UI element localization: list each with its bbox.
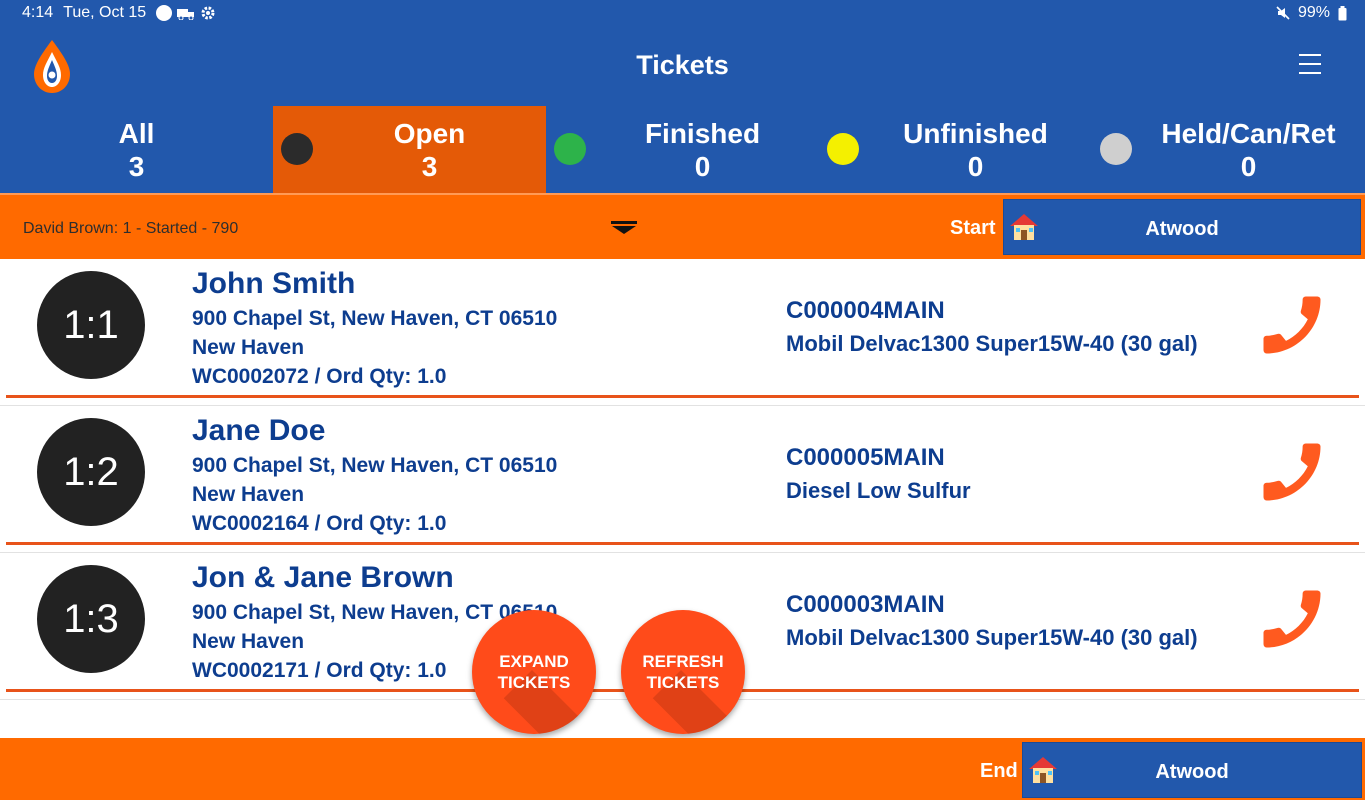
expand-tickets-button[interactable]: EXPAND TICKETS	[472, 610, 596, 734]
row-divider	[6, 542, 1359, 545]
customer-address: 900 Chapel St, New Haven, CT 06510	[192, 454, 558, 477]
account-number: C000004MAIN	[786, 297, 945, 324]
tab-label: Unfinished	[903, 118, 1048, 149]
tab-label: Held/Can/Ret	[1161, 118, 1336, 149]
tab-count: 0	[967, 151, 984, 182]
status-date: Tue, Oct 15	[63, 4, 147, 21]
battery-level: 99%	[1297, 4, 1330, 21]
system-status-bar: 4:14 Tue, Oct 15 99%	[0, 0, 1365, 26]
notification-icons	[156, 5, 216, 21]
customer-name: John Smith	[192, 267, 356, 300]
end-depot-name: Atwood	[1155, 761, 1229, 783]
route-footer-bar: End Atwood	[0, 738, 1365, 800]
dropdown-caret-icon[interactable]	[611, 221, 637, 235]
tab-count: 0	[1240, 151, 1257, 182]
truck-icon	[177, 9, 195, 20]
ticket-row[interactable]: 1:2 Jane Doe 900 Chapel St, New Haven, C…	[0, 406, 1365, 553]
app-notification-icon	[156, 5, 173, 21]
page-title: Tickets	[636, 50, 729, 80]
order-info: WC0002072 / Ord Qty: 1.0	[192, 365, 447, 388]
status-time: 4:14	[22, 4, 54, 21]
phone-call-icon[interactable]	[1254, 581, 1330, 657]
account-number: C000003MAIN	[786, 591, 945, 618]
account-number: C000005MAIN	[786, 444, 945, 471]
product-name: Mobil Delvac1300 Super15W-40 (30 gal)	[786, 625, 1198, 650]
customer-city: New Haven	[192, 483, 305, 506]
refresh-tickets-button[interactable]: REFRESH TICKETS	[621, 610, 745, 734]
tab-unfinished[interactable]: Unfinished 0	[819, 106, 1092, 193]
driver-status-text: David Brown: 1 - Started - 790	[23, 220, 239, 237]
start-label: Start	[950, 217, 996, 239]
tab-label: Finished	[644, 118, 761, 149]
status-left: 4:14 Tue, Oct 15	[22, 4, 216, 22]
phone-call-icon[interactable]	[1254, 287, 1330, 363]
stop-number-badge: 1:2	[37, 418, 145, 526]
tab-all[interactable]: All 3	[0, 106, 273, 193]
hamburger-menu-icon[interactable]	[1299, 54, 1321, 76]
settings-gear-icon	[201, 6, 215, 20]
start-depot-name: Atwood	[1145, 218, 1219, 240]
end-label: End	[980, 760, 1018, 782]
stop-number-badge: 1:1	[37, 271, 145, 379]
product-name: Diesel Low Sulfur	[786, 478, 971, 503]
tab-label: Open	[393, 118, 466, 149]
unfinished-status-dot-icon	[827, 133, 859, 165]
expand-tickets-label: EXPAND TICKETS	[497, 652, 571, 692]
route-info-bar: David Brown: 1 - Started - 790 Start Atw…	[0, 193, 1365, 259]
ticket-row[interactable]: 1:1 John Smith 900 Chapel St, New Haven,…	[0, 259, 1365, 406]
held-status-dot-icon	[1100, 133, 1132, 165]
finished-status-dot-icon	[554, 133, 586, 165]
phone-call-icon[interactable]	[1254, 434, 1330, 510]
open-status-dot-icon	[281, 133, 313, 165]
row-divider	[6, 395, 1359, 398]
customer-city: New Haven	[192, 336, 305, 359]
status-right: 99%	[1276, 4, 1347, 22]
stop-number-badge: 1:3	[37, 565, 145, 673]
tab-count: 0	[694, 151, 711, 182]
mute-icon	[1276, 6, 1290, 20]
app-bar: Tickets	[0, 26, 1365, 106]
product-name: Mobil Delvac1300 Super15W-40 (30 gal)	[786, 331, 1198, 356]
start-depot-button[interactable]: Atwood	[1003, 199, 1361, 255]
tab-held-canceled-returned[interactable]: Held/Can/Ret 0	[1092, 106, 1365, 193]
order-info: WC0002164 / Ord Qty: 1.0	[192, 512, 447, 535]
tab-open[interactable]: Open 3	[273, 106, 546, 193]
battery-icon	[1338, 5, 1347, 20]
customer-name: Jane Doe	[192, 414, 326, 447]
tab-finished[interactable]: Finished 0	[546, 106, 819, 193]
tab-label: All	[118, 118, 155, 149]
refresh-tickets-label: REFRESH TICKETS	[642, 652, 724, 692]
end-depot-button[interactable]: Atwood	[1022, 742, 1362, 798]
tab-count: 3	[421, 151, 438, 182]
order-info: WC0002171 / Ord Qty: 1.0	[192, 659, 447, 682]
customer-address: 900 Chapel St, New Haven, CT 06510	[192, 307, 558, 330]
status-filter-tabs: All 3 Open 3 Finished 0 Unfinished 0 Hel…	[0, 106, 1365, 193]
customer-name: Jon & Jane Brown	[192, 561, 454, 594]
customer-city: New Haven	[192, 630, 305, 653]
tab-count: 3	[128, 151, 145, 182]
